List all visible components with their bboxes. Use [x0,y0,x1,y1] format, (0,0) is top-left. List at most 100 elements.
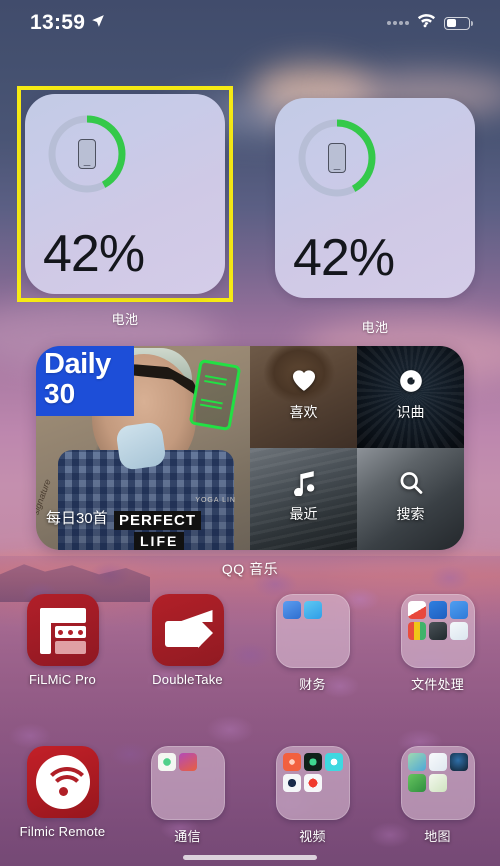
folder-mini-empty [325,601,343,619]
app-grid: FiLMiC Pro DoubleTake 财务 文件处理 Filmic Rem… [0,594,500,845]
folder-label: 通信 [174,829,201,844]
folder-mini-grid [282,753,343,813]
folder-mini-icon [407,622,426,640]
iphone-home-screen: 13:59 42% 电池 42% 电池 Daily 30 PERFECT LIF… [0,0,500,866]
folder-mini-empty [408,795,426,813]
folder-icon[interactable] [275,746,350,820]
artwork-green-graphic [188,358,242,432]
folder-mini-icon [324,753,343,771]
widget-slot-battery-2: 42% 电池 [250,86,500,336]
folder-mini-empty [325,622,343,640]
folder-mini-icon [178,753,197,771]
status-bar-right [387,13,473,33]
daily-badge-title: Daily [44,348,111,380]
widget-row-battery: 42% 电池 42% 电池 [0,86,500,336]
daily-badge-number: 30 [44,378,76,409]
folder-mini-empty [325,643,343,661]
battery-widget-selected[interactable]: 42% [25,94,225,294]
doubletake-icon[interactable] [151,594,224,666]
folder-mini-icon [428,601,447,619]
app-doubletake[interactable]: DoubleTake [125,594,250,693]
app-label: DoubleTake [152,672,223,687]
widget-wrapper: 42% [263,86,487,310]
folder-mini-empty [200,795,218,813]
wifi-icon [417,13,436,33]
music-recognition-icon [398,368,424,394]
battery-percent: 42% [43,225,145,283]
artwork-title-perfect: PERFECT [114,511,202,530]
widget-qq-music: Daily 30 PERFECT LIFE YOGA LIN signature… [36,346,464,579]
iphone-icon [328,143,346,173]
widget-label-qq-music: QQ 音乐 [221,561,279,577]
folder-mini-icon [303,601,322,619]
quadrant-recognize[interactable]: 识曲 [357,346,464,448]
folder-mini-empty [158,774,176,792]
folder-communication[interactable]: 通信 [125,746,250,845]
folder-finance[interactable]: 财务 [250,594,375,693]
folder-mini-empty [200,774,218,792]
app-filmic-remote[interactable]: Filmic Remote [0,746,125,845]
widget-selection-box[interactable]: 42% [17,86,233,302]
widget-slot-battery-1: 42% 电池 [0,86,250,336]
status-time: 13:59 [30,11,86,34]
battery-widget[interactable]: 42% [275,98,475,298]
folder-mini-empty [304,643,322,661]
battery-percent: 42% [293,229,395,287]
qq-music-daily-panel[interactable]: Daily 30 PERFECT LIFE YOGA LIN signature… [36,346,250,550]
quadrant-recent[interactable]: 最近 [250,448,357,550]
folder-mini-empty [158,795,176,813]
folder-mini-empty [429,643,447,661]
folder-icon[interactable] [400,594,475,668]
quadrant-search[interactable]: 搜索 [357,448,464,550]
folder-mini-icon [449,753,468,771]
folder-mini-icon [303,774,322,792]
qq-music-widget-body[interactable]: Daily 30 PERFECT LIFE YOGA LIN signature… [36,346,464,550]
iphone-icon [78,139,96,169]
folder-mini-empty [304,622,322,640]
battery-ring [45,112,129,196]
signal-dots-icon [387,21,409,25]
folder-mini-icon [282,601,301,619]
folder-maps[interactable]: 地图 [375,746,500,845]
filmic-remote-icon[interactable] [26,746,99,818]
folder-mini-empty [325,774,343,792]
quadrant-label: 识曲 [396,404,425,420]
widget-label-battery: 电池 [111,312,139,327]
folder-mini-empty [429,795,447,813]
folder-mini-grid [282,601,343,661]
folder-mini-icon [449,622,468,640]
folder-mini-icon [449,601,468,619]
folder-mini-grid [407,601,468,661]
folder-icon[interactable] [400,746,475,820]
folder-icon[interactable] [150,746,225,820]
artwork-hand [115,421,167,471]
location-arrow-icon [91,14,105,33]
app-filmic-pro[interactable]: FiLMiC Pro [0,594,125,693]
folder-file-processing[interactable]: 文件处理 [375,594,500,693]
quadrant-label: 最近 [289,506,318,522]
folder-mini-empty [450,643,468,661]
folder-label: 财务 [299,677,326,692]
folder-video[interactable]: 视频 [250,746,375,845]
folder-mini-icon [407,601,426,619]
filmic-pro-icon[interactable] [26,594,99,666]
widget-label-battery: 电池 [361,320,389,335]
folder-mini-grid [407,753,468,813]
folder-mini-empty [283,622,301,640]
qq-music-quadrants: 喜欢 识曲 最近 搜索 [250,346,464,550]
folder-label: 视频 [299,829,326,844]
home-indicator[interactable] [183,855,317,860]
battery-ring [295,116,379,200]
folder-mini-icon [157,753,176,771]
folder-mini-grid [157,753,218,813]
app-row: FiLMiC Pro DoubleTake 财务 文件处理 [0,594,500,693]
folder-icon[interactable] [275,594,350,668]
folder-mini-empty [304,795,322,813]
folder-mini-empty [408,643,426,661]
folder-mini-empty [200,753,218,771]
folder-mini-icon [407,774,426,792]
quadrant-favorites[interactable]: 喜欢 [250,346,357,448]
quadrant-label: 搜索 [396,506,425,522]
folder-mini-icon [428,622,447,640]
battery-icon [444,16,473,30]
